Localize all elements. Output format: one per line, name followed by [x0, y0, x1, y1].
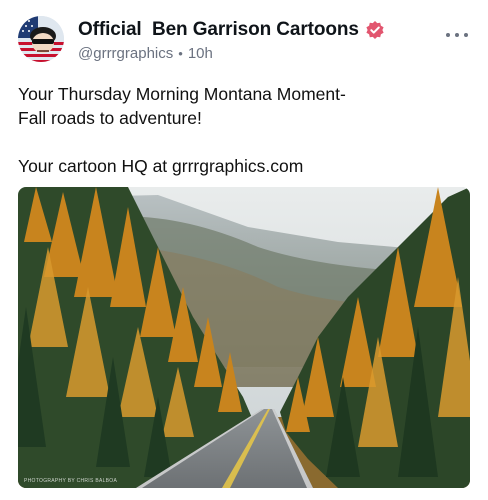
author-handle[interactable]: @grrrgraphics — [78, 45, 173, 62]
post-text-link-line[interactable]: Your cartoon HQ at grrrgraphics.com — [18, 154, 468, 178]
post-header: Official Ben Garrison Cartoons @grrrgrap… — [18, 14, 470, 64]
author-meta: @grrrgraphics • 10h — [78, 45, 213, 62]
more-options-icon[interactable] — [446, 28, 468, 42]
post-card: Official Ben Garrison Cartoons @grrrgrap… — [0, 0, 488, 500]
post-text-line: Fall roads to adventure! — [18, 108, 202, 128]
meta-separator: • — [178, 46, 183, 61]
post-image[interactable]: PHOTOGRAPHY BY CHRIS BALBOA — [18, 187, 470, 488]
photo-credit: PHOTOGRAPHY BY CHRIS BALBOA — [24, 478, 118, 484]
author-name-row: Official Ben Garrison Cartoons — [78, 19, 385, 41]
avatar[interactable] — [18, 16, 64, 62]
verified-badge-icon — [365, 20, 385, 40]
post-timestamp[interactable]: 10h — [188, 45, 213, 62]
author-display-name[interactable]: Official Ben Garrison Cartoons — [78, 19, 359, 41]
post-text: Your Thursday Morning Montana Moment- Fa… — [18, 82, 468, 178]
post-text-line: Your Thursday Morning Montana Moment- — [18, 84, 346, 104]
